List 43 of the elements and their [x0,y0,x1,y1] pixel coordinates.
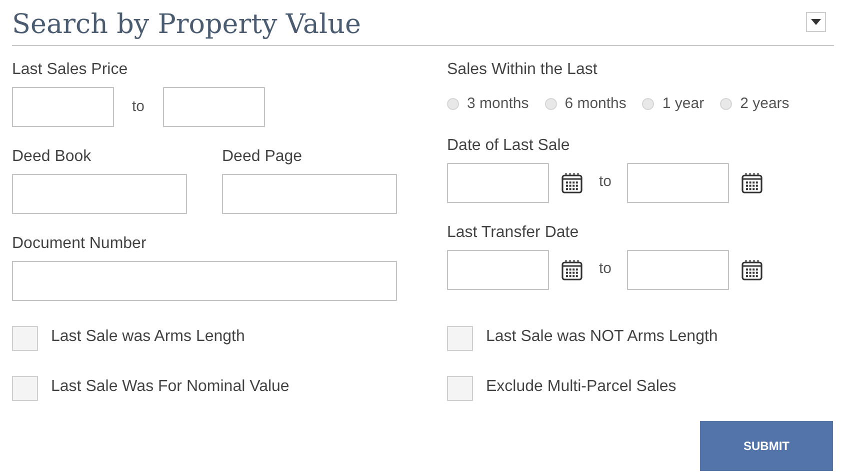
field-label: Deed Page [222,148,304,166]
checkbox[interactable] [447,376,473,401]
radio-option[interactable]: 6 months [544,93,626,116]
radio-option[interactable]: 3 months [447,93,529,116]
deed-page-field[interactable] [222,174,397,214]
checkbox-label: Last Sale was NOT Arms Length [486,326,718,346]
checkbox[interactable] [447,326,473,351]
page-title: Search by Property Value [12,11,361,38]
radio-option[interactable]: 1 year [642,93,704,116]
radio-button[interactable] [447,98,459,110]
to-label: to [599,172,612,192]
deed-book-field[interactable] [12,174,187,214]
date-field[interactable] [626,250,729,290]
price-field[interactable] [12,87,114,127]
document-number-field[interactable] [12,261,397,301]
field-label: Last Transfer Date [447,224,580,242]
to-label: to [132,96,145,117]
calendar-icon[interactable] [740,258,763,280]
caret-icon [811,18,821,24]
date-field[interactable] [447,162,549,202]
field-label: Document Number [12,235,148,253]
field-label: Deed Book [12,148,92,166]
checkbox[interactable] [12,376,38,401]
checkbox-label: Exclude Multi-Parcel Sales [486,376,676,396]
collapse-toggle[interactable] [806,12,826,32]
checkbox-label: Last Sale Was For Nominal Value [51,376,290,396]
radio-button[interactable] [642,98,654,110]
date-field[interactable] [447,250,549,290]
radio-button[interactable] [720,98,732,110]
price-field[interactable] [162,87,265,127]
calendar-icon[interactable] [561,258,583,280]
radio-option[interactable]: 2 years [720,93,790,116]
calendar-icon[interactable] [740,172,763,194]
field-label: Last Sales Price [12,61,129,79]
date-field[interactable] [626,162,729,202]
field-label: Sales Within the Last [447,61,598,79]
radio-button[interactable] [544,98,557,110]
submit-button[interactable]: SUBMIT [700,421,833,471]
checkbox[interactable] [12,326,38,351]
field-label: Date of Last Sale [447,136,571,154]
to-label: to [599,259,612,280]
calendar-icon[interactable] [561,172,583,194]
checkbox-label: Last Sale was Arms Length [51,326,245,346]
